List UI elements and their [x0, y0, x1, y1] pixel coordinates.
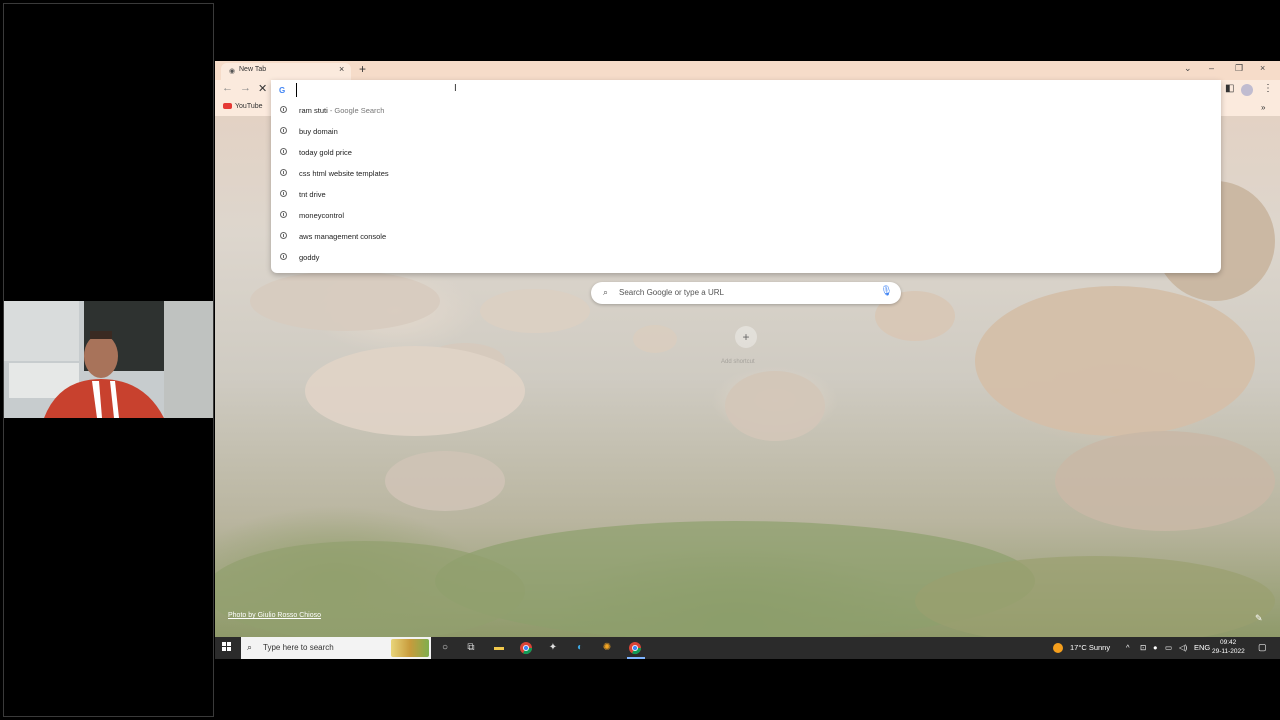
tray-network-icon[interactable]: ⊡: [1140, 643, 1146, 652]
tab-new-tab[interactable]: ◉ New Tab ×: [221, 63, 351, 80]
clock-time[interactable]: 09:42: [1220, 639, 1236, 646]
suggestion-text: aws management console: [299, 232, 387, 241]
stop-loading-icon[interactable]: ✕: [258, 82, 267, 95]
suggestion-text: moneycontrol: [299, 211, 345, 220]
menu-kebab-icon[interactable]: ⋮: [1263, 83, 1273, 94]
back-icon[interactable]: ←: [222, 82, 233, 94]
weather-sun-icon[interactable]: [1053, 643, 1063, 653]
suggestion-suffix: - Google Search: [327, 106, 385, 115]
history-clock-icon: [280, 253, 287, 260]
tray-mic-icon[interactable]: ●: [1153, 643, 1158, 652]
add-shortcut-button[interactable]: +: [735, 326, 757, 348]
minimize-icon[interactable]: –: [1209, 63, 1214, 73]
history-clock-icon: [280, 169, 287, 176]
restore-icon[interactable]: ❐: [1235, 63, 1243, 74]
text-cursor-icon: I: [454, 83, 457, 94]
history-clock-icon: [280, 148, 287, 155]
youtube-icon: [223, 103, 232, 110]
app-bird-icon[interactable]: ✦: [546, 641, 560, 655]
bookmarks-overflow-icon[interactable]: »: [1261, 103, 1265, 112]
tray-volume-icon[interactable]: ◁): [1179, 643, 1187, 652]
chrome-icon[interactable]: [519, 641, 533, 655]
forward-icon[interactable]: →: [240, 82, 251, 94]
suggestion-item[interactable]: today gold price: [271, 143, 1221, 164]
customize-pencil-icon[interactable]: ✎: [1255, 613, 1263, 624]
new-tab-favicon-icon: ◉: [229, 68, 236, 75]
webcam-video: [4, 301, 213, 418]
omnibox-input[interactable]: [296, 83, 699, 97]
weather-text[interactable]: 17°C Sunny: [1070, 643, 1110, 652]
active-app-indicator: [627, 657, 645, 659]
tab-title: New Tab: [239, 66, 267, 73]
history-clock-icon: [280, 211, 287, 218]
history-clock-icon: [280, 190, 287, 197]
google-g-icon: G: [279, 86, 286, 95]
bookmark-youtube-label: YouTube: [235, 103, 263, 110]
file-explorer-icon[interactable]: ▬: [492, 641, 506, 655]
search-icon: ⌕: [603, 287, 609, 297]
windows-taskbar: ⌕ Type here to search ○ ⧉ ▬ ✦ ◐ ✺ 17°C S…: [215, 637, 1280, 659]
tab-close-icon[interactable]: ×: [339, 64, 344, 74]
suggestions-list: ram stuti - Google Search buy domain tod…: [271, 101, 1221, 269]
tray-display-icon[interactable]: ▭: [1165, 643, 1172, 652]
taskbar-search-placeholder: Type here to search: [263, 643, 334, 652]
suggestion-text: ram stuti: [299, 106, 328, 115]
tray-chevron-up-icon[interactable]: ^: [1126, 643, 1130, 652]
new-tab-button[interactable]: +: [359, 63, 366, 75]
suggestion-item[interactable]: tnt drive: [271, 185, 1221, 206]
suggestion-item[interactable]: ram stuti - Google Search: [271, 101, 1221, 122]
language-indicator[interactable]: ENG: [1194, 643, 1210, 652]
ntp-search-placeholder: Search Google or type a URL: [619, 288, 724, 297]
omnibox-suggestions-dropdown: G ram stuti - Google Search buy domain t…: [271, 80, 1221, 273]
suggestion-text: tnt drive: [299, 190, 326, 199]
taskbar-search-box[interactable]: ⌕ Type here to search: [241, 637, 431, 659]
history-clock-icon: [280, 127, 287, 134]
app-orange-icon[interactable]: ✺: [600, 641, 614, 655]
tab-search-dropdown-icon[interactable]: ⌄: [1184, 63, 1192, 74]
suggestion-item[interactable]: buy domain: [271, 122, 1221, 143]
tab-strip: ◉ New Tab × + ⌄ – ❐ ×: [215, 61, 1280, 80]
search-highlight-image: [391, 639, 429, 657]
cortana-icon[interactable]: ○: [438, 641, 452, 655]
edge-icon[interactable]: ◐: [573, 641, 587, 655]
desktop-screen: ◉ New Tab × + ⌄ – ❐ × ← → ✕ ◧ ⋮ YouTube …: [215, 61, 1280, 659]
suggestion-item[interactable]: aws management console: [271, 227, 1221, 248]
bookmark-youtube[interactable]: YouTube: [223, 103, 263, 110]
windows-start-icon[interactable]: [222, 642, 232, 652]
suggestion-item[interactable]: css html website templates: [271, 164, 1221, 185]
chrome-active-icon[interactable]: [628, 641, 642, 655]
webcam-person-image: [4, 301, 213, 418]
search-icon: ⌕: [247, 642, 253, 652]
suggestion-text: today gold price: [299, 148, 352, 157]
history-clock-icon: [280, 232, 287, 239]
close-window-icon[interactable]: ×: [1260, 63, 1265, 73]
profile-avatar[interactable]: [1241, 84, 1253, 96]
suggestion-text: buy domain: [299, 127, 338, 136]
ntp-search-box[interactable]: ⌕ Search Google or type a URL 🎙: [591, 282, 901, 304]
clock-date[interactable]: 29-11-2022: [1212, 648, 1245, 655]
suggestion-item[interactable]: moneycontrol: [271, 206, 1221, 227]
suggestion-text: goddy: [299, 253, 320, 262]
history-clock-icon: [280, 106, 287, 113]
suggestion-text: css html website templates: [299, 169, 389, 178]
add-shortcut-label: Add shortcut: [721, 359, 755, 365]
microphone-icon[interactable]: 🎙: [880, 286, 893, 297]
task-view-icon[interactable]: ⧉: [464, 641, 478, 655]
photo-credit-link[interactable]: Photo by Giulio Rosso Chioso: [228, 612, 321, 619]
suggestion-item[interactable]: goddy: [271, 248, 1221, 269]
notification-icon[interactable]: ▢: [1258, 642, 1267, 653]
side-panel-icon[interactable]: ◧: [1225, 83, 1234, 94]
